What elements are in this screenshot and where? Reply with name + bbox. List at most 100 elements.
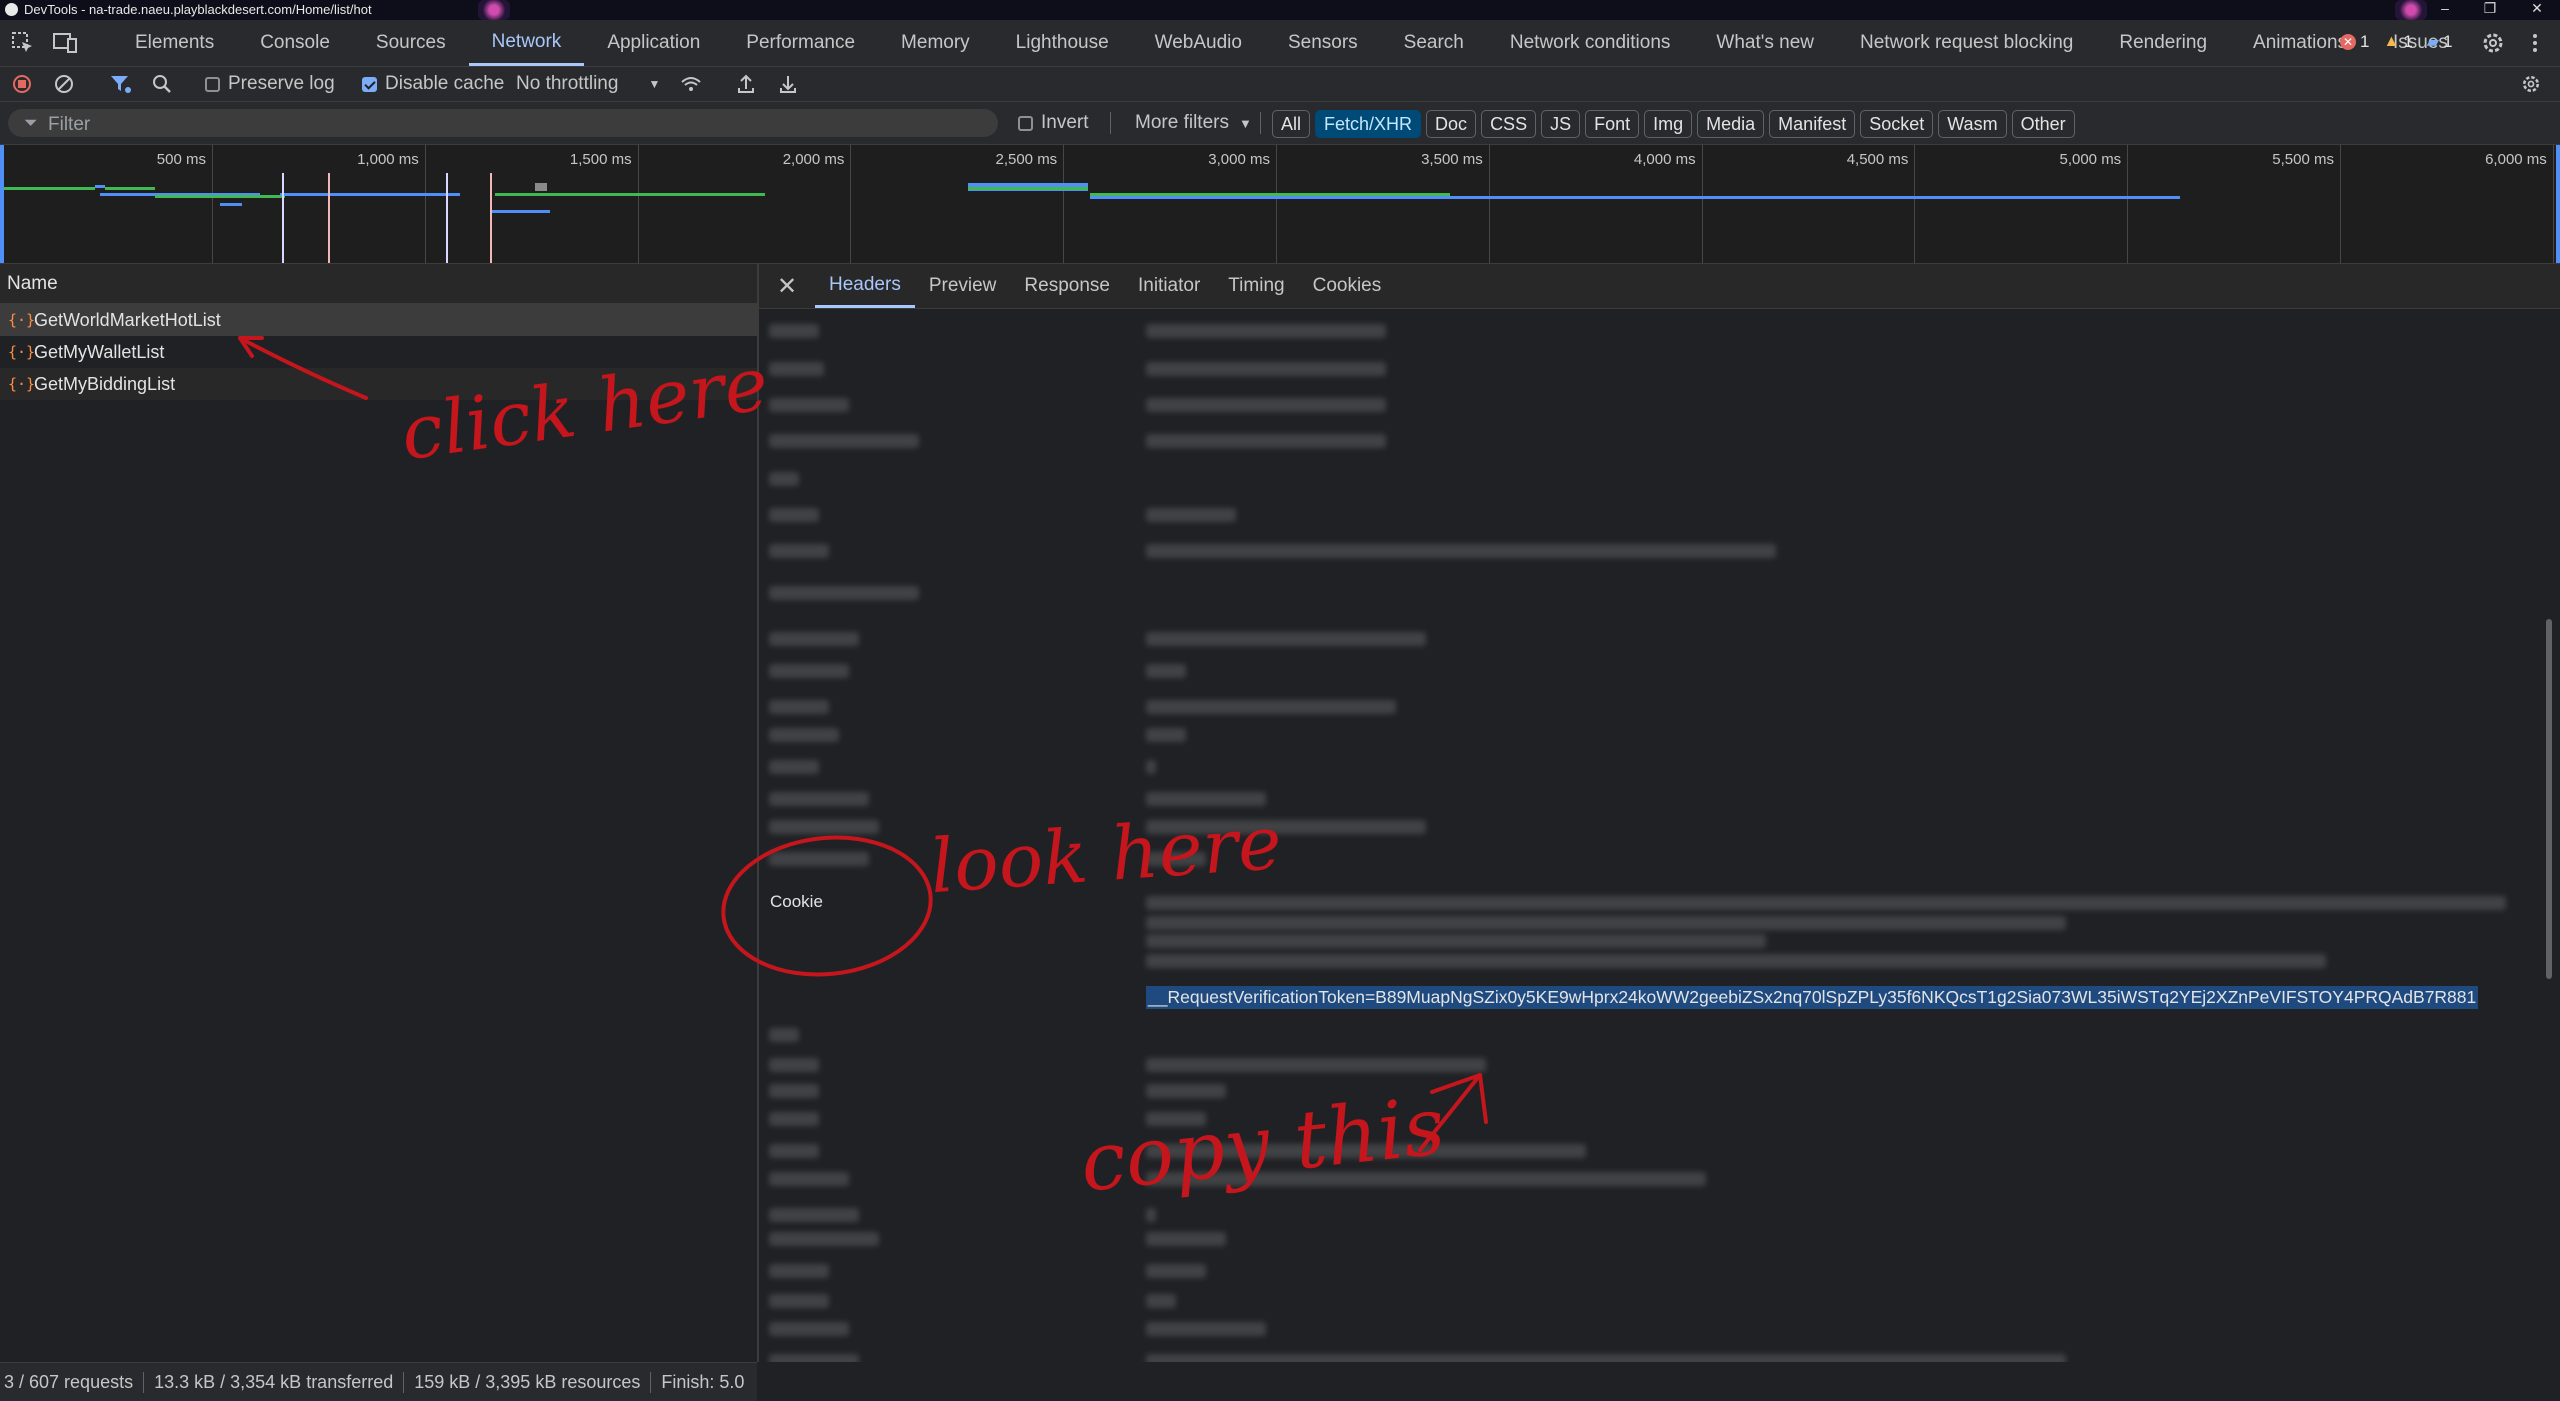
detail-tab-response[interactable]: Response — [1010, 264, 1124, 308]
blurred-header-name — [769, 1028, 799, 1042]
throttling-select[interactable]: No throttling ▼ — [516, 67, 660, 101]
tab-rendering[interactable]: Rendering — [2096, 20, 2230, 66]
request-verification-token-selection[interactable]: __RequestVerificationToken=B89MuapNgSZix… — [1146, 986, 2479, 1009]
tab-performance[interactable]: Performance — [723, 20, 878, 66]
main-tabs: Elements Console Sources Network Application… — [112, 20, 2471, 66]
timeline-event-marker — [282, 173, 284, 263]
blurred-header-name — [769, 1294, 829, 1308]
tab-search[interactable]: Search — [1381, 20, 1487, 66]
timeline-tick-label: 1,500 ms — [569, 151, 632, 168]
tab-network-request-blocking[interactable]: Network request blocking — [1837, 20, 2096, 66]
timeline-tick-label: 3,000 ms — [1208, 151, 1270, 168]
detail-tab-headers[interactable]: Headers — [815, 264, 915, 308]
tab-network[interactable]: Network — [468, 20, 585, 66]
detail-tab-cookies[interactable]: Cookies — [1299, 264, 1396, 308]
minimize-icon[interactable]: – — [2430, 0, 2460, 16]
filter-bar: ⏷ Filter Invert More filters ▼ All Fetch/… — [0, 102, 2560, 145]
inspect-element-icon[interactable] — [10, 30, 36, 56]
blurred-header-name — [769, 820, 879, 834]
blurred-header-name — [769, 632, 859, 646]
timeline-range-handle[interactable] — [2556, 145, 2560, 263]
request-row[interactable]: {·} GetWorldMarketHotList — [0, 304, 757, 336]
more-options-icon[interactable] — [2522, 30, 2548, 56]
filter-chip-all[interactable]: All — [1272, 110, 1311, 138]
restore-icon[interactable]: ❐ — [2475, 0, 2505, 17]
timeline-tick-label: 3,500 ms — [1421, 151, 1483, 168]
timeline-tick-label: 2,000 ms — [782, 151, 845, 168]
settings-gear-icon[interactable] — [2480, 30, 2506, 56]
more-filters-dropdown[interactable]: More filters ▼ — [1135, 106, 1252, 140]
filter-chip-doc[interactable]: Doc — [1426, 110, 1477, 138]
tab-memory[interactable]: Memory — [878, 20, 993, 66]
tab-lighthouse[interactable]: Lighthouse — [993, 20, 1132, 66]
warning-counter[interactable]: ▲ 1 — [2383, 32, 2412, 52]
invert-checkbox[interactable]: Invert — [1018, 106, 1089, 140]
divider — [1110, 112, 1111, 134]
search-icon[interactable] — [152, 74, 172, 94]
close-detail-icon[interactable]: ✕ — [777, 272, 797, 301]
timeline-request-bar — [490, 210, 550, 213]
timeline-tick-label: 6,000 ms — [2485, 151, 2547, 168]
clear-icon[interactable] — [54, 74, 74, 94]
blurred-header-name — [769, 586, 919, 600]
disable-cache-checkbox[interactable]: Disable cache — [362, 67, 504, 101]
filter-chip-manifest[interactable]: Manifest — [1769, 110, 1856, 138]
blurred-header-name — [769, 664, 849, 678]
filter-chip-fetch-xhr[interactable]: Fetch/XHR — [1315, 110, 1422, 138]
issue-counters[interactable]: ✕ 1 ▲ 1 ▰ 1 — [2340, 32, 2453, 52]
filter-chip-js[interactable]: JS — [1541, 110, 1581, 138]
tab-elements[interactable]: Elements — [112, 20, 237, 66]
tab-sources[interactable]: Sources — [353, 20, 469, 66]
tab-what-s-new[interactable]: What's new — [1693, 20, 1837, 66]
message-icon: ▰ — [2426, 34, 2440, 51]
filter-chip-font[interactable]: Font — [1585, 110, 1640, 138]
device-toolbar-icon[interactable] — [52, 30, 78, 56]
headers-scrollbar[interactable] — [2546, 619, 2552, 979]
taskbar-thumbnail-icon — [2395, 0, 2427, 20]
network-settings-gear-icon[interactable] — [2520, 73, 2542, 95]
blurred-header-value — [1146, 916, 2066, 930]
error-counter[interactable]: ✕ 1 — [2340, 32, 2369, 52]
close-window-icon[interactable]: ✕ — [2522, 0, 2552, 17]
blurred-header-value — [1146, 1232, 1226, 1246]
blurred-header-name — [769, 1354, 859, 1362]
filter-chip-wasm[interactable]: Wasm — [1938, 110, 2007, 138]
message-counter[interactable]: ▰ 1 — [2427, 32, 2453, 52]
network-overview-timeline[interactable]: 500 ms 1,000 ms 1,500 ms 2,000 ms 2,500 ms 3,… — [0, 145, 2560, 264]
filter-chip-media[interactable]: Media — [1697, 110, 1765, 138]
network-status-bar: 3 / 607 requests 13.3 kB / 3,354 kB tran… — [0, 1362, 757, 1401]
detail-tab-timing[interactable]: Timing — [1214, 264, 1298, 308]
import-har-icon[interactable] — [736, 73, 756, 95]
blurred-header-value — [1146, 324, 1386, 338]
tab-sensors[interactable]: Sensors — [1265, 20, 1381, 66]
tab-console[interactable]: Console — [237, 20, 353, 66]
tab-application[interactable]: Application — [584, 20, 723, 66]
filter-chip-other[interactable]: Other — [2011, 110, 2075, 138]
tab-network-conditions[interactable]: Network conditions — [1487, 20, 1694, 66]
resources-size: 159 kB / 3,395 kB resources — [404, 1371, 652, 1393]
timeline-gridline — [1701, 145, 1703, 263]
export-har-icon[interactable] — [778, 73, 798, 95]
invert-check-icon[interactable] — [1018, 115, 1033, 131]
filter-icon[interactable] — [110, 74, 132, 94]
tab-webaudio[interactable]: WebAudio — [1132, 20, 1265, 66]
record-stop-icon[interactable] — [12, 74, 32, 94]
preserve-log-check-icon[interactable] — [205, 76, 220, 92]
timeline-range-handle[interactable] — [0, 145, 4, 263]
timeline-tick-label: 500 ms — [156, 151, 206, 168]
detail-tab-initiator[interactable]: Initiator — [1124, 264, 1214, 308]
disable-cache-check-icon[interactable] — [362, 76, 377, 92]
filter-input[interactable]: ⏷ Filter — [8, 109, 998, 137]
filter-chip-css[interactable]: CSS — [1481, 110, 1537, 138]
blurred-header-value — [1146, 1354, 2066, 1362]
blurred-header-name — [769, 1144, 819, 1158]
name-column-header[interactable]: Name — [0, 264, 757, 304]
filter-chip-socket[interactable]: Socket — [1860, 110, 1934, 138]
timeline-tick-label: 1,000 ms — [357, 151, 419, 168]
network-conditions-icon[interactable] — [680, 74, 702, 94]
blurred-header-value — [1146, 1058, 1486, 1072]
preserve-log-checkbox[interactable]: Preserve log — [205, 67, 335, 101]
filter-chip-img[interactable]: Img — [1644, 110, 1693, 138]
detail-tab-preview[interactable]: Preview — [915, 264, 1011, 308]
blurred-header-value — [1146, 760, 1156, 774]
